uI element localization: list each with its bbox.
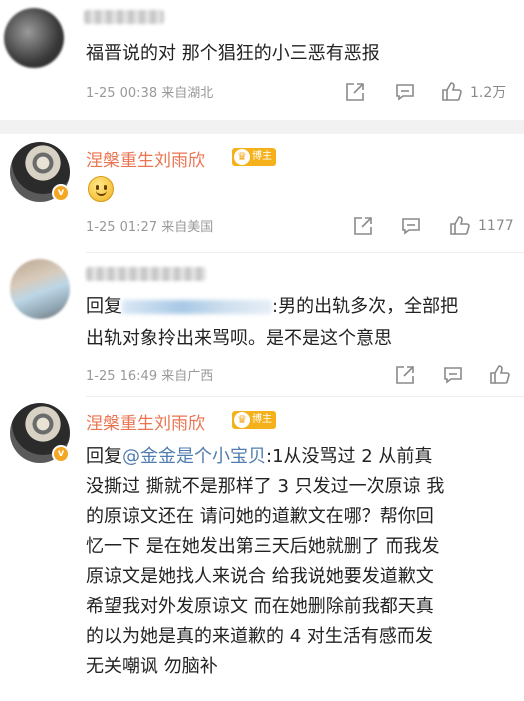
comment-button[interactable] [394, 80, 416, 104]
owner-badge: ♛ 博主 [232, 411, 276, 429]
reply-prefix: 回复 [86, 296, 122, 317]
owner-badge-label: 博主 [252, 414, 272, 425]
comment-text-line: 忆一下 是在她发出第三天后她就删了 而我发 [86, 536, 440, 557]
comment-text-line: 的以为她是真的来道歉的 4 对生活有感而发 [86, 626, 433, 647]
share-icon [346, 83, 364, 101]
verified-badge-icon: v [52, 184, 70, 202]
username[interactable]: 涅槃重生刘雨欣 [86, 409, 205, 434]
comment-text-line: 希望我对外发原谅文 而在她删除前我都天真 [86, 596, 434, 617]
comment-text: :1从没骂过 2 从前真 [266, 446, 433, 467]
thumbs-up-icon [490, 365, 510, 384]
separator [0, 120, 524, 134]
avatar[interactable] [4, 8, 64, 68]
thumbs-up-icon [442, 82, 462, 101]
comment-text-line: 无关嘲讽 勿脑补 [86, 656, 218, 677]
username-blurred[interactable] [86, 267, 206, 281]
thumbs-up-icon [450, 216, 470, 235]
verified-badge-icon: v [52, 445, 70, 463]
username[interactable]: 涅槃重生刘雨欣 [86, 146, 205, 171]
crown-icon: ♛ [234, 412, 250, 428]
comment-button[interactable] [442, 363, 464, 387]
comment-meta: 1-25 01:27 来自美国 [86, 220, 214, 235]
like-button[interactable]: 1177 [448, 214, 514, 238]
comment-1: 福晋说的对 那个猖狂的小三恶有恶报 1-25 00:38 来自湖北 1.2万 [0, 0, 524, 120]
comment-text-line: 没撕过 撕就不是那样了 3 只发过一次原谅 我 [86, 476, 445, 497]
avatar[interactable] [10, 259, 70, 319]
share-icon [354, 217, 372, 235]
like-count: 1.2万 [470, 85, 507, 101]
like-button[interactable]: 1.2万 [440, 80, 506, 104]
comment-text-line: 原谅文是她找人来说合 给我说她要发道歉文 [86, 566, 434, 587]
comment-icon [402, 218, 420, 235]
mention-blurred[interactable] [122, 300, 272, 314]
owner-badge: ♛ 博主 [232, 148, 276, 166]
owner-badge-label: 博主 [252, 151, 272, 162]
mention-link[interactable]: @金金是个小宝贝 [122, 446, 266, 467]
comment-text: 福晋说的对 那个猖狂的小三恶有恶报 [86, 43, 380, 64]
comment-button[interactable] [400, 214, 422, 238]
comment-text-line-1: 回复@金金是个小宝贝:1从没骂过 2 从前真 [86, 443, 432, 471]
username-blurred[interactable] [84, 10, 164, 24]
share-icon [396, 366, 414, 384]
share-button[interactable] [394, 363, 416, 387]
comment-meta: 1-25 16:49 来自广西 [86, 369, 214, 384]
like-button[interactable] [488, 363, 512, 387]
share-button[interactable] [344, 80, 366, 104]
comment-icon [444, 367, 462, 384]
like-count: 1177 [478, 218, 514, 234]
comment-icon [396, 84, 414, 101]
comment-meta: 1-25 00:38 来自湖北 [86, 86, 214, 101]
comment-text-line: 的原谅文还在 请问她的道歉文在哪？帮你回 [86, 506, 434, 527]
share-button[interactable] [352, 214, 374, 238]
comment-text: :男的出轨多次，全部把 [272, 296, 459, 317]
smile-emoji-icon [88, 176, 114, 202]
comment-text-line-2: 出轨对象拎出来骂呗。是不是这个意思 [86, 328, 392, 349]
comment-text-line-1: 回复 :男的出轨多次，全部把 [86, 293, 458, 321]
comment-3: 回复 :男的出轨多次，全部把 出轨对象拎出来骂呗。是不是这个意思 1-25 16:… [0, 253, 524, 396]
comment-4: v 涅槃重生刘雨欣 ♛ 博主 回复@金金是个小宝贝:1从没骂过 2 从前真 没撕… [0, 397, 524, 701]
crown-icon: ♛ [234, 149, 250, 165]
comment-2: v 涅槃重生刘雨欣 ♛ 博主 1-25 01:27 来自美国 1177 [0, 134, 524, 252]
reply-prefix: 回复 [86, 446, 122, 467]
